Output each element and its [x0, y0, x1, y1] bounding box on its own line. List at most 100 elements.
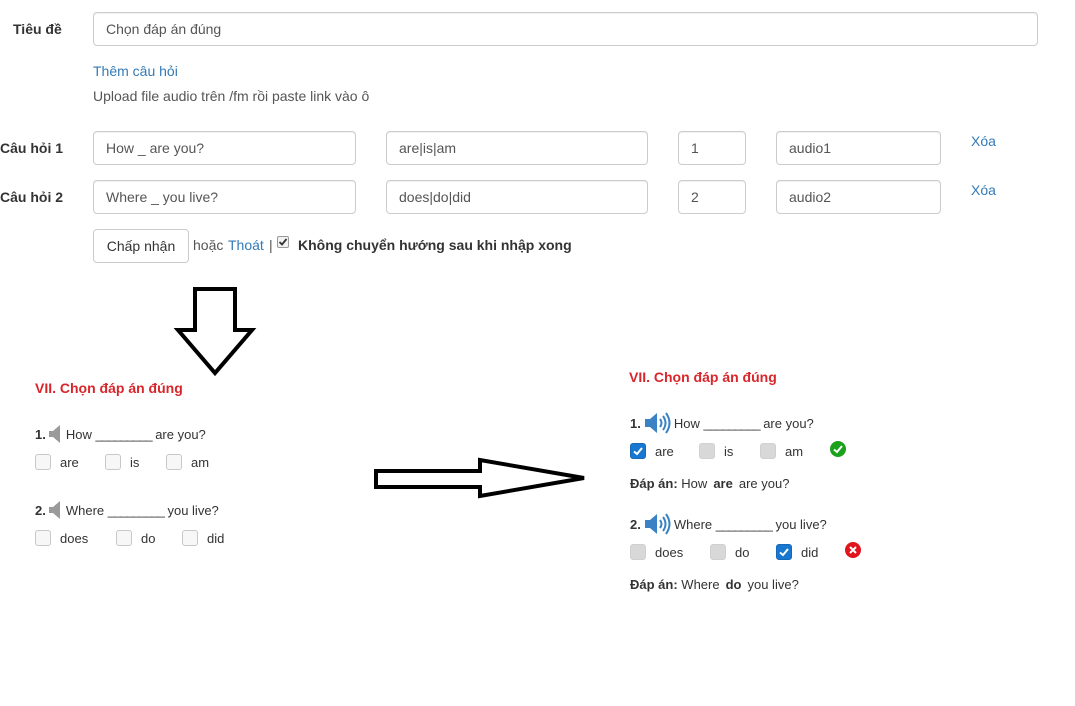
right-question-1-answer: Đáp án: How are are you? [630, 476, 789, 491]
checkbox[interactable] [35, 454, 51, 470]
left-question-1-before: How [65, 426, 92, 442]
left-question-2-number: 2. [35, 502, 46, 518]
checkbox[interactable] [182, 530, 198, 546]
option-label: am [191, 454, 210, 470]
right-question-1-blank: _________ [703, 415, 760, 431]
question-2-answer-value: 2 [691, 189, 699, 205]
right-q1-option-is[interactable]: is [699, 443, 733, 459]
checkbox[interactable] [166, 454, 182, 470]
checkbox-checked[interactable] [630, 443, 646, 459]
right-question-2-number: 2. [630, 516, 641, 532]
right-q2-option-did[interactable]: did [776, 544, 818, 560]
option-label: are [655, 443, 674, 459]
title-input-value: Chọn đáp án đúng [106, 21, 222, 37]
answer-before: How [681, 476, 708, 491]
left-q2-option-do[interactable]: do [116, 530, 155, 546]
checkbox[interactable] [710, 544, 726, 560]
checkbox[interactable] [630, 544, 646, 560]
checkmark-icon [779, 548, 789, 557]
no-redirect-checkbox[interactable] [277, 236, 289, 248]
exit-link[interactable]: Thoát [228, 237, 264, 253]
answer-label: Đáp án: [630, 476, 678, 491]
question-2-text-value: Where _ you live? [106, 189, 219, 205]
left-q1-option-am[interactable]: am [166, 454, 209, 470]
speaker-muted-icon[interactable] [48, 501, 63, 519]
speaker-volume-icon[interactable] [644, 513, 672, 535]
question-1-text-input[interactable]: How _ are you? [93, 131, 356, 165]
question-2-delete-link[interactable]: Xóa [971, 182, 996, 198]
upload-hint: Upload file audio trên /fm rồi paste lin… [93, 88, 370, 104]
checkbox[interactable] [35, 530, 51, 546]
right-q2-option-does[interactable]: does [630, 544, 683, 560]
option-label: am [785, 443, 804, 459]
accept-button[interactable]: Chấp nhận [93, 229, 189, 263]
speaker-muted-icon[interactable] [48, 425, 63, 443]
or-text: hoặc [193, 237, 224, 253]
accept-button-label: Chấp nhận [106, 238, 176, 254]
left-question-1-blank: _________ [95, 426, 152, 442]
checkbox[interactable] [105, 454, 121, 470]
question-2-audio-input[interactable]: audio2 [776, 180, 941, 214]
answer-before: Where [681, 577, 720, 592]
answer-after: you live? [747, 577, 799, 592]
question-2-options-value: does|do|did [399, 189, 471, 205]
right-question-1-number: 1. [630, 415, 641, 431]
left-question-1-after: are you? [155, 426, 206, 442]
option-label: do [141, 530, 156, 546]
right-q2-option-do[interactable]: do [710, 544, 749, 560]
left-question-1: 1. How _________ are you? [35, 425, 206, 443]
title-input[interactable]: Chọn đáp án đúng [93, 12, 1038, 46]
question-1-label: Câu hỏi 1 [0, 140, 64, 156]
wrong-x-icon [845, 542, 861, 558]
checkbox[interactable] [760, 443, 776, 459]
right-question-1-after: are you? [763, 415, 814, 431]
left-q2-option-does[interactable]: does [35, 530, 88, 546]
answer-word: do [725, 577, 742, 592]
title-label: Tiêu đề [13, 21, 62, 37]
question-1-options-input[interactable]: are|is|am [386, 131, 648, 165]
question-1-delete-link[interactable]: Xóa [971, 133, 996, 149]
right-question-2-before: Where [673, 516, 713, 532]
left-q1-option-is[interactable]: is [105, 454, 139, 470]
question-2-answer-input[interactable]: 2 [678, 180, 746, 214]
question-2-label: Câu hỏi 2 [0, 189, 64, 205]
right-question-2: 2. Where _________ you live? [630, 513, 827, 535]
checkmark-icon [278, 238, 288, 246]
right-question-1: 1. How _________ are you? [630, 412, 814, 434]
checkbox[interactable] [699, 443, 715, 459]
question-2-options-input[interactable]: does|do|did [386, 180, 648, 214]
correct-check-icon [830, 441, 846, 457]
left-question-1-number: 1. [35, 426, 46, 442]
checkmark-icon [633, 447, 643, 456]
right-question-2-answer: Đáp án: Where do you live? [630, 577, 799, 592]
question-2-audio-value: audio2 [789, 189, 832, 205]
option-label: does [60, 530, 89, 546]
right-question-1-before: How [673, 415, 700, 431]
option-label: are [60, 454, 79, 470]
down-arrow-icon [173, 287, 257, 377]
left-q1-option-are[interactable]: are [35, 454, 79, 470]
right-preview-title: VII. Chọn đáp án đúng [629, 369, 777, 385]
right-q1-option-are[interactable]: are [630, 443, 674, 459]
right-question-2-blank: _________ [715, 516, 773, 532]
question-1-audio-input[interactable]: audio1 [776, 131, 941, 165]
checkbox[interactable] [116, 530, 132, 546]
question-1-text-value: How _ are you? [106, 140, 205, 156]
question-1-answer-value: 1 [691, 140, 699, 156]
question-1-answer-input[interactable]: 1 [678, 131, 746, 165]
add-question-link[interactable]: Thêm câu hỏi [93, 63, 178, 79]
left-question-2: 2. Where _________ you live? [35, 501, 219, 519]
answer-word: are [713, 476, 733, 491]
option-label: did [801, 544, 819, 560]
left-question-2-before: Where [65, 502, 105, 518]
option-label: do [735, 544, 750, 560]
left-q2-option-did[interactable]: did [182, 530, 224, 546]
option-label: is [724, 443, 734, 459]
left-preview-title: VII. Chọn đáp án đúng [35, 380, 183, 396]
right-q1-option-am[interactable]: am [760, 443, 803, 459]
no-redirect-label: Không chuyển hướng sau khi nhập xong [298, 237, 572, 253]
answer-label: Đáp án: [630, 577, 678, 592]
speaker-volume-icon[interactable] [644, 412, 672, 434]
question-2-text-input[interactable]: Where _ you live? [93, 180, 356, 214]
checkbox-checked[interactable] [776, 544, 792, 560]
